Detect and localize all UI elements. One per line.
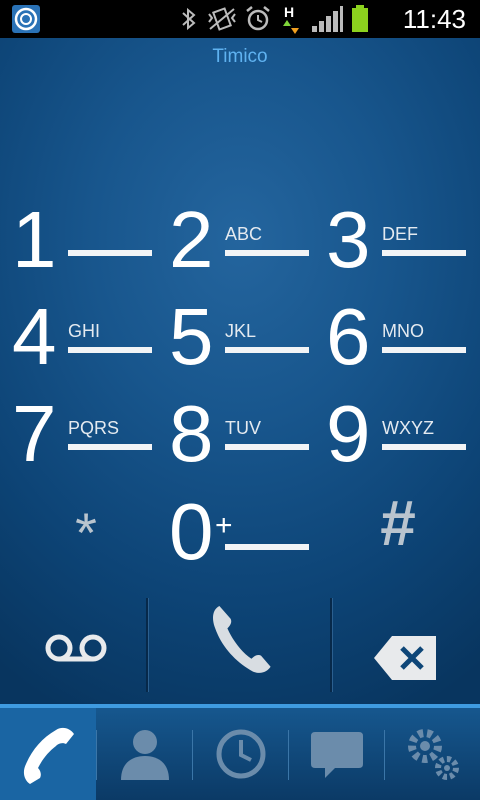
key-underline: [382, 347, 466, 353]
call-icon[interactable]: [196, 598, 286, 678]
signal-icon: [312, 6, 343, 32]
key-5[interactable]: 5 JKL: [157, 292, 313, 389]
key-digit: 4: [12, 292, 57, 381]
status-bar: H 11:43: [0, 0, 480, 38]
key-underline: [68, 250, 152, 256]
bluetooth-icon: [182, 7, 196, 31]
key-8[interactable]: 8 TUV: [157, 389, 313, 486]
key-letters: JKL: [225, 321, 257, 341]
tab-bar: [0, 704, 480, 800]
key-7[interactable]: 7 PQRS: [0, 389, 156, 486]
key-4[interactable]: 4 GHI: [0, 292, 156, 389]
key-0[interactable]: 0 +: [157, 487, 313, 584]
key-1[interactable]: 1: [0, 195, 156, 292]
key-9[interactable]: 9 WXYZ: [314, 389, 470, 486]
key-3[interactable]: 3 DEF: [314, 195, 470, 292]
carrier-name: Timico: [212, 46, 268, 67]
key-letters: TUV: [225, 418, 261, 438]
key-6[interactable]: 6 MNO: [314, 292, 470, 389]
tab-messages[interactable]: [289, 708, 385, 800]
data-activity-icon: H: [282, 4, 300, 34]
clock-icon: [216, 729, 266, 779]
key-underline: [382, 444, 466, 450]
tab-phone[interactable]: [0, 708, 96, 800]
key-hash[interactable]: #: [320, 478, 476, 574]
tab-logs[interactable]: [193, 708, 289, 800]
vibrate-icon: [208, 7, 236, 31]
voicemail-icon[interactable]: [30, 608, 122, 688]
key-digit: 0: [169, 487, 214, 576]
key-star[interactable]: *: [8, 478, 164, 574]
key-digit: 7: [12, 389, 57, 478]
network-type-label: H: [284, 4, 295, 20]
message-icon: [311, 732, 363, 778]
battery-icon: [352, 5, 368, 32]
alarm-icon: [246, 6, 270, 31]
key-letters: PQRS: [68, 418, 120, 438]
key-digit: 3: [326, 195, 371, 284]
dialer-main: Timico 1 2 ABC 3 DEF 4 GHI 5 JKL 6 MNO 7…: [0, 38, 480, 704]
key-digit: 1: [12, 195, 57, 284]
key-underline: [225, 444, 309, 450]
tab-settings[interactable]: [385, 708, 480, 800]
action-divider: [330, 598, 333, 692]
key-digit: 5: [169, 292, 214, 381]
status-icons: H: [180, 4, 380, 34]
key-letters: GHI: [68, 321, 101, 341]
key-letters: MNO: [382, 321, 424, 341]
backspace-icon[interactable]: [370, 618, 442, 698]
app-icon: [12, 5, 40, 33]
key-underline: [68, 444, 152, 450]
key-2[interactable]: 2 ABC: [157, 195, 313, 292]
key-digit: 8: [169, 389, 214, 478]
gears-icon: [408, 729, 459, 780]
key-letters: WXYZ: [382, 418, 434, 438]
key-underline: [68, 347, 152, 353]
action-divider: [146, 598, 149, 692]
key-underline: [225, 347, 309, 353]
key-underline: [225, 250, 309, 256]
key-letters: DEF: [382, 224, 418, 244]
key-symbol: #: [380, 487, 416, 559]
key-digit: 9: [326, 389, 371, 478]
key-underline: [382, 250, 466, 256]
phone-icon: [23, 727, 74, 784]
contact-icon: [121, 730, 169, 780]
tab-contacts[interactable]: [97, 708, 193, 800]
key-underline: [225, 544, 309, 550]
key-digit: 6: [326, 292, 371, 381]
key-digit: 2: [169, 195, 214, 284]
key-letters: ABC: [225, 224, 263, 244]
key-letters: +: [215, 509, 233, 542]
status-clock: 11:43: [402, 4, 466, 34]
key-symbol: *: [75, 501, 97, 564]
